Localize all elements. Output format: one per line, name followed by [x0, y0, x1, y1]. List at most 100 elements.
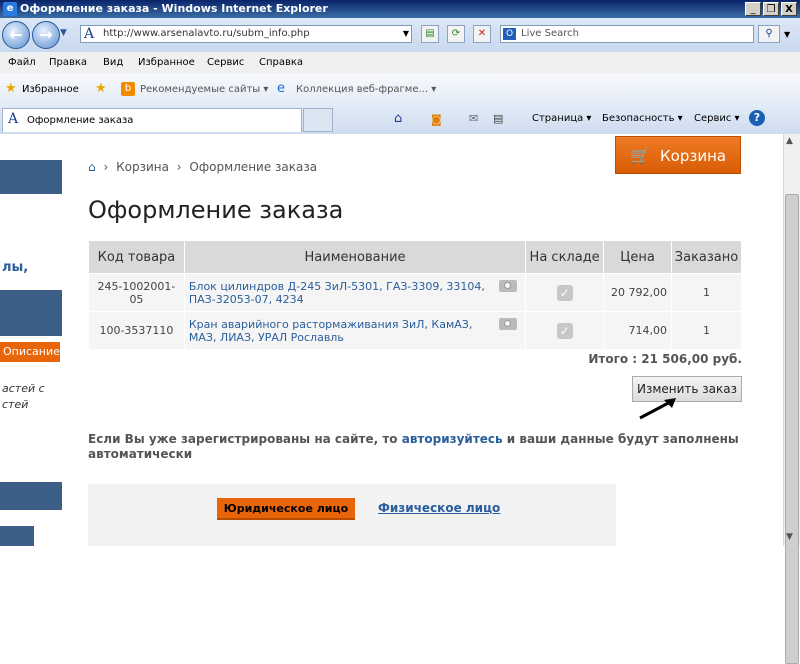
header-name: Наименование	[183, 240, 527, 274]
feeds-icon[interactable]: ◙	[431, 113, 442, 126]
tab-individual[interactable]: Физическое лицо	[378, 501, 500, 515]
scroll-down-icon[interactable]: ▼	[786, 532, 793, 542]
page-title: Оформление заказа	[88, 196, 344, 224]
product-name-link[interactable]: Блок цилиндров Д-245 ЗиЛ-5301, ГАЗ-3309,…	[189, 280, 485, 306]
home-page-icon[interactable]: ⌂	[394, 111, 402, 126]
address-toolbar: ← → ▼ A http://www.arsenalavto.ru/subm_i…	[0, 18, 800, 52]
sidebar-block-2	[0, 290, 62, 336]
search-options-icon[interactable]: ▼	[784, 30, 790, 39]
scroll-up-icon[interactable]: ▲	[786, 136, 793, 146]
window-title: Оформление заказа - Windows Internet Exp…	[20, 2, 328, 15]
login-link[interactable]: авторизуйтесь	[402, 432, 503, 446]
refresh-icon[interactable]: ⟳	[447, 25, 465, 43]
address-dropdown-icon[interactable]: ▼	[403, 29, 409, 38]
menu-tools[interactable]: Сервис	[207, 57, 244, 68]
sidebar-italic-line-1: астей с	[2, 382, 45, 395]
header-code: Код товара	[88, 240, 185, 274]
favorites-bar: ★ Избранное ★ b Рекомендуемые сайты ▾ e …	[0, 74, 800, 105]
order-table: Код товара Наименование На складе Цена З…	[88, 240, 743, 350]
breadcrumb-current: Оформление заказа	[189, 160, 318, 174]
cart-icon: 🛒	[630, 146, 650, 165]
camera-icon[interactable]	[499, 318, 518, 330]
tab-label: Оформление заказа	[27, 115, 134, 126]
safety-menu[interactable]: Безопасность ▾	[602, 113, 683, 124]
tab-legal-entity[interactable]: Юридическое лицо	[217, 498, 355, 520]
header-ordered: Заказано	[670, 240, 743, 274]
breadcrumb-sep: ›	[103, 160, 109, 174]
live-search-logo-icon: O	[503, 28, 516, 40]
site-favicon-icon: A	[84, 26, 95, 42]
sidebar-description-tab[interactable]: Описание	[0, 342, 60, 362]
compatibility-icon[interactable]: ▤	[421, 25, 439, 43]
address-field[interactable]: A http://www.arsenalavto.ru/subm_info.ph…	[80, 25, 412, 43]
suggested-sites-link[interactable]: Рекомендуемые сайты ▾	[140, 84, 268, 95]
menu-edit[interactable]: Правка	[49, 57, 87, 68]
menu-help[interactable]: Справка	[259, 57, 303, 68]
search-input[interactable]: O Live Search	[500, 25, 754, 43]
tab-favicon-icon: A	[8, 111, 19, 127]
menu-view[interactable]: Вид	[103, 57, 123, 68]
menu-favorites[interactable]: Избранное	[138, 57, 195, 68]
search-placeholder: Live Search	[521, 28, 579, 39]
product-code: 100-3537110	[88, 311, 185, 350]
sidebar-block-3	[0, 482, 62, 510]
window-titlebar: e Оформление заказа - Windows Internet E…	[0, 0, 800, 18]
sidebar-block	[0, 160, 62, 194]
menu-file[interactable]: Файл	[8, 57, 36, 68]
help-icon[interactable]: ?	[749, 110, 765, 126]
stop-icon[interactable]: ✕	[473, 25, 491, 43]
favorites-button[interactable]: Избранное	[22, 84, 79, 95]
history-dropdown-icon[interactable]: ▼	[60, 28, 67, 38]
cart-label: Корзина	[660, 147, 727, 165]
checkmark-icon: ✓	[556, 322, 573, 339]
forward-button[interactable]: →	[32, 21, 60, 49]
page-menu[interactable]: Страница ▾	[532, 113, 591, 124]
back-button[interactable]: ←	[2, 21, 30, 49]
restore-button[interactable]: ❐	[763, 2, 779, 16]
web-slice-gallery-link[interactable]: Коллекция веб-фрагме... ▾	[296, 84, 436, 95]
notice-text-before: Если Вы уже зарегистрированы на сайте, т…	[88, 432, 402, 446]
print-icon[interactable]: ▤	[493, 112, 503, 125]
sidebar-italic-line-2: стей	[2, 398, 29, 411]
table-row: 245-1002001-05 Блок цилиндров Д-245 ЗиЛ-…	[88, 273, 743, 312]
sidebar-block-4	[0, 526, 34, 546]
vertical-scrollbar[interactable]: ▲ ▼	[783, 134, 800, 664]
home-icon[interactable]: ⌂	[88, 160, 96, 174]
search-icon[interactable]: ⚲	[758, 25, 780, 43]
menu-bar: Файл Правка Вид Избранное Сервис Справка	[0, 52, 800, 75]
in-stock-cell: ✓	[525, 311, 605, 350]
header-price: Цена	[603, 240, 672, 274]
add-favorite-icon[interactable]: ★	[95, 81, 107, 96]
order-total: Итого : 21 506,00 руб.	[588, 352, 742, 366]
breadcrumb-sep: ›	[176, 160, 182, 174]
table-row: 100-3537110 Кран аварийного растормажива…	[88, 311, 743, 350]
header-stock: На складе	[525, 240, 605, 274]
scrollbar-thumb[interactable]	[785, 194, 799, 664]
ie-icon: e	[3, 2, 17, 16]
product-code: 245-1002001-05	[88, 273, 185, 312]
checkmark-icon: ✓	[556, 284, 573, 301]
tab-current[interactable]: A Оформление заказа	[2, 108, 302, 132]
web-slice-icon: e	[277, 81, 285, 96]
breadcrumb-cart[interactable]: Корзина	[116, 160, 169, 174]
mail-icon[interactable]: ✉	[469, 112, 478, 125]
arrow-pointer-icon	[639, 398, 676, 420]
new-tab-button[interactable]	[303, 108, 333, 132]
favorites-star-icon: ★	[5, 81, 17, 96]
address-url: http://www.arsenalavto.ru/subm_info.php	[103, 28, 310, 39]
close-window-button[interactable]: X	[781, 2, 797, 16]
description-label: Описание	[3, 345, 60, 358]
tools-menu[interactable]: Сервис ▾	[694, 113, 740, 124]
quantity: 1	[670, 311, 743, 350]
quantity: 1	[670, 273, 743, 312]
sidebar-text[interactable]: лы,	[2, 260, 28, 275]
product-name-cell: Блок цилиндров Д-245 ЗиЛ-5301, ГАЗ-3309,…	[183, 273, 527, 312]
login-notice: Если Вы уже зарегистрированы на сайте, т…	[88, 432, 748, 462]
product-name-link[interactable]: Кран аварийного растормаживания ЗиЛ, Кам…	[189, 318, 472, 344]
breadcrumb: ⌂ › Корзина › Оформление заказа	[88, 160, 321, 174]
price: 20 792,00	[603, 273, 672, 312]
minimize-button[interactable]: _	[745, 2, 761, 16]
cart-button[interactable]: 🛒 Корзина	[615, 136, 741, 174]
tab-bar: A Оформление заказа ⌂ ◙ ✉ ▤ Страница ▾ Б…	[0, 104, 800, 134]
camera-icon[interactable]	[499, 280, 518, 292]
